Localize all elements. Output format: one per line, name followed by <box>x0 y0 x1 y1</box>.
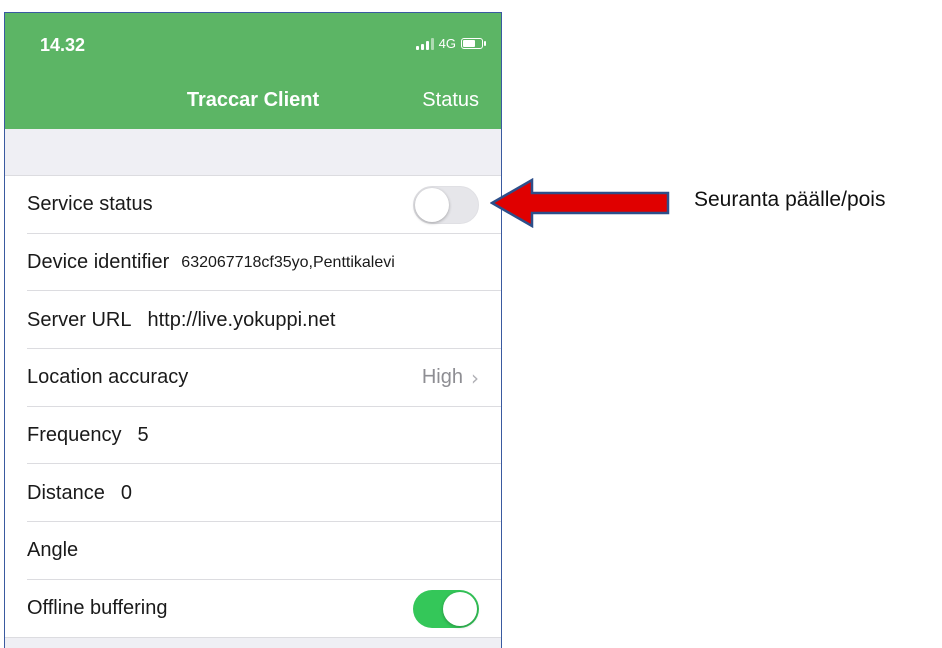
service-status-row: Service status <box>5 176 501 234</box>
chevron-right-icon: › <box>471 365 479 390</box>
distance-row[interactable]: Distance 0 <box>5 464 501 522</box>
distance-value[interactable]: 0 <box>121 482 132 505</box>
service-status-toggle[interactable] <box>413 185 479 224</box>
frequency-value[interactable]: 5 <box>138 424 149 447</box>
status-time: 14.32 <box>40 35 86 55</box>
device-identifier-value[interactable]: 632067718cf35yo,Penttikalevi <box>181 254 395 272</box>
frequency-label: Frequency <box>27 424 122 447</box>
angle-label: Angle <box>27 539 79 562</box>
offline-buffering-toggle[interactable] <box>413 589 479 628</box>
location-accuracy-value: High <box>421 366 463 389</box>
angle-row[interactable]: Angle <box>5 522 501 580</box>
device-identifier-label: Device identifier <box>27 251 170 274</box>
status-button[interactable]: Status <box>422 89 479 112</box>
annotation-label: Seuranta päälle/pois <box>694 188 886 211</box>
location-accuracy-row[interactable]: Location accuracy High › <box>5 349 501 407</box>
device-identifier-row[interactable]: Device identifier 632067718cf35yo,Pentti… <box>5 234 501 292</box>
arrow-left-icon <box>490 178 670 228</box>
server-url-value[interactable]: http://live.yokuppi.net <box>147 309 335 332</box>
network-type: 4G <box>438 36 456 51</box>
phone-screen: 14.32 4G Traccar Client Status Service s… <box>4 12 502 648</box>
toggle-knob <box>443 591 477 626</box>
signal-icon <box>415 37 434 50</box>
server-url-row[interactable]: Server URL http://live.yokuppi.net <box>5 291 501 349</box>
frequency-row[interactable]: Frequency 5 <box>5 407 501 465</box>
app-header: 14.32 4G Traccar Client Status <box>5 13 501 129</box>
battery-icon <box>461 38 486 49</box>
location-accuracy-label: Location accuracy <box>27 366 189 389</box>
distance-label: Distance <box>27 481 105 504</box>
service-status-label: Service status <box>27 193 153 216</box>
status-indicators: 4G <box>415 36 486 51</box>
server-url-label: Server URL <box>27 308 132 331</box>
toggle-knob <box>415 187 449 222</box>
settings-list: Service status Device identifier 6320677… <box>5 175 501 638</box>
offline-buffering-label: Offline buffering <box>27 597 168 620</box>
offline-buffering-row: Offline buffering <box>5 580 501 638</box>
